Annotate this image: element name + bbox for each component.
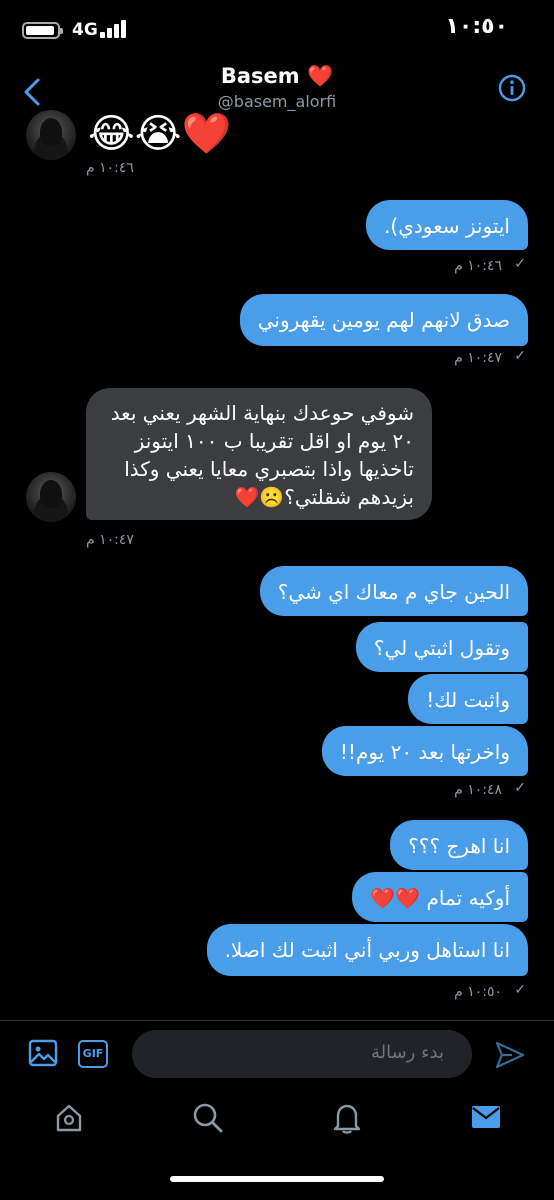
message-line: بزيدهم شقلتي؟☹️❤️ [234, 485, 414, 509]
conversation-header: Basem ❤️ @basem_alorfi [0, 60, 554, 122]
bell-icon[interactable] [332, 1102, 368, 1138]
sent-check-icon: ✓ [514, 348, 526, 364]
emoji-message: 😂😭❤️ [88, 111, 232, 157]
image-icon[interactable] [28, 1038, 62, 1072]
message-bubble-outgoing[interactable]: صدق لانهم لهم يومين يقهروني [239, 294, 528, 346]
message-bubble-outgoing[interactable]: الحين جاي م معاك اي شي؟ [259, 566, 528, 616]
message-timestamp: ١٠:٤٧ م [86, 532, 134, 548]
message-input[interactable]: بدء رسالة [132, 1030, 472, 1078]
message-bubble-outgoing[interactable]: ايتونز سعودي). [366, 200, 528, 250]
info-icon[interactable] [498, 74, 526, 102]
message-line: شوفي حوعدك بنهاية الشهر يعني بعد [110, 401, 414, 425]
conversation-title[interactable]: Basem ❤️ [0, 64, 554, 89]
message-placeholder: بدء رسالة [370, 1042, 444, 1063]
message-bubble-outgoing[interactable]: واخرتها بعد ٢٠ يوم!! [321, 726, 528, 776]
home-indicator [170, 1176, 384, 1182]
message-line: تاخذيها واذا بتصبري معايا يعني وكذا [124, 457, 414, 481]
message-line: ٢٠ يوم او اقل تقريبا ب ١٠٠ ايتونز [134, 429, 414, 453]
message-bubble-outgoing[interactable]: انا استاهل وربي أني اثبت لك اصلا. [206, 924, 528, 976]
signal-icon [100, 20, 130, 38]
message-timestamp: ١٠:٥٠ م [454, 984, 502, 1000]
send-icon[interactable] [494, 1040, 528, 1074]
conversation-handle: @basem_alorfi [217, 92, 337, 111]
mail-icon[interactable] [470, 1102, 506, 1138]
sent-check-icon: ✓ [514, 256, 526, 272]
message-timestamp: ١٠:٤٦ م [454, 258, 502, 274]
message-bubble-outgoing[interactable]: وتقول اثبتي لي؟ [355, 622, 528, 672]
sent-check-icon: ✓ [514, 780, 526, 796]
tab-bar [0, 1080, 554, 1200]
status-bar: 4G ١٠:٥٠ [0, 0, 554, 60]
message-bubble-outgoing[interactable]: واثبت لك! [408, 674, 528, 724]
search-icon[interactable] [192, 1102, 228, 1138]
gif-button[interactable]: GIF [78, 1040, 108, 1068]
network-label: 4G [72, 20, 98, 40]
status-time: ١٠:٥٠ [445, 14, 508, 39]
message-bubble-incoming[interactable]: شوفي حوعدك بنهاية الشهر يعني بعد ٢٠ يوم … [86, 388, 432, 520]
message-timestamp: ١٠:٤٧ م [454, 350, 502, 366]
avatar[interactable] [26, 472, 76, 522]
home-icon[interactable] [54, 1102, 90, 1138]
message-timestamp: ١٠:٤٨ م [454, 782, 502, 798]
battery-icon [22, 22, 63, 39]
sent-check-icon: ✓ [514, 982, 526, 998]
message-timestamp: ١٠:٤٦ م [86, 160, 134, 176]
message-bubble-outgoing[interactable]: أوكيه تمام ❤️❤️ [352, 872, 528, 922]
message-bubble-outgoing[interactable]: انا اهرج ؟؟؟ [390, 820, 528, 870]
divider [0, 1020, 554, 1021]
avatar[interactable] [26, 110, 76, 160]
